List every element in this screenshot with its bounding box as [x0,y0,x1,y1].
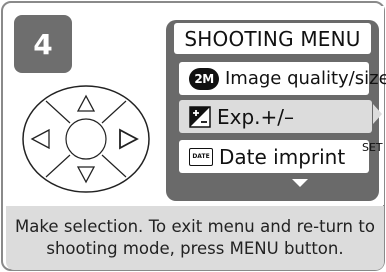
menu-item-image-quality[interactable]: 2M Image quality/size [179,62,386,95]
menu-item-date-imprint[interactable]: DATE Date imprint [179,140,369,173]
instruction-frame: 4 SHOOTING MENU 2M Image quality/size Ex… [1,1,386,271]
exposure-compensation-icon [189,105,211,128]
down-triangle-icon [292,179,308,187]
image-size-icon: 2M [189,67,219,90]
menu-item-label: Image quality/size [225,68,386,89]
step-number-badge: 4 [14,15,72,73]
menu-title: SHOOTING MENU [174,23,371,54]
instruction-caption: Make selection. To exit menu and re-turn… [6,206,384,270]
date-imprint-icon: DATE [189,147,213,166]
set-label: SET [362,141,383,154]
illustration-area: 4 SHOOTING MENU 2M Image quality/size Ex… [6,6,386,205]
multi-selector-graphic [22,85,150,193]
menu-item-label: Date imprint [219,144,346,169]
caption-text: Make selection. To exit menu and re-turn… [15,217,375,258]
shooting-menu-panel: SHOOTING MENU 2M Image quality/size Exp.… [166,20,386,201]
menu-item-exposure[interactable]: Exp.+/– [179,100,372,133]
right-triangle-icon [373,104,382,124]
multi-selector[interactable] [20,84,152,194]
menu-item-label: Exp.+/– [217,104,295,129]
